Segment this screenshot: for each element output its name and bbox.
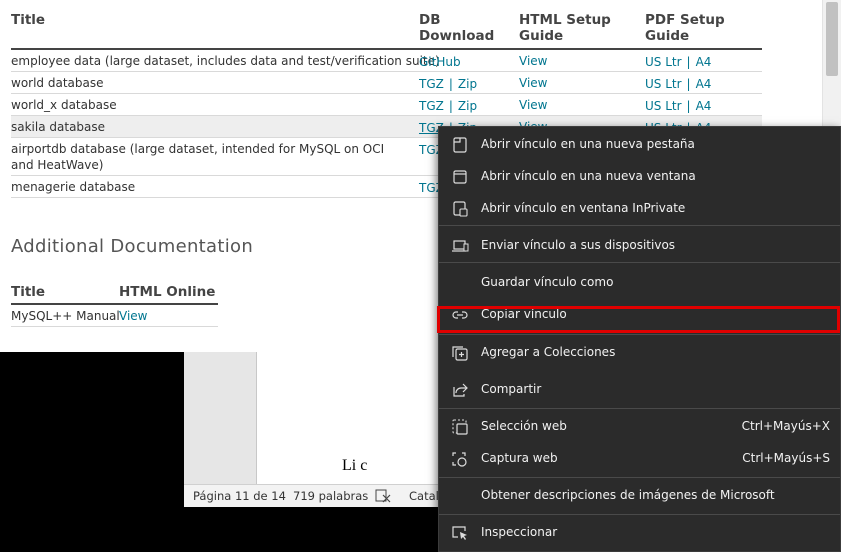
table-row: employee data (large dataset, includes d… xyxy=(11,50,762,72)
menu-item-label: Selección web xyxy=(481,419,567,433)
menu-item-open-inprivate[interactable]: Abrir vínculo en ventana InPrivate xyxy=(439,193,840,225)
menu-item-label: Abrir vínculo en ventana InPrivate xyxy=(481,201,686,215)
zip-link[interactable]: Zip xyxy=(458,99,477,113)
menu-item-inspect[interactable]: Inspeccionar xyxy=(439,517,840,549)
menu-item-web-select[interactable]: Selección web Ctrl+Mayús+X xyxy=(439,411,840,443)
scrollbar-thumb[interactable] xyxy=(826,2,838,76)
html-online-view-link[interactable]: View xyxy=(119,308,147,324)
context-menu: Abrir vínculo en una nueva pestaña Abrir… xyxy=(437,126,841,552)
inspect-icon xyxy=(452,526,467,540)
menu-item-shortcut: Ctrl+Mayús+S xyxy=(742,451,830,465)
table-row: MySQL++ Manual View xyxy=(11,305,218,327)
proofing-icon[interactable] xyxy=(375,489,391,503)
row-title: sakila database xyxy=(11,120,106,134)
col-header-html-online: HTML Online xyxy=(119,284,216,300)
copy-link-highlight-box xyxy=(437,306,840,333)
web-capture-icon xyxy=(452,452,467,467)
html-view-link[interactable]: View xyxy=(519,97,547,113)
new-tab-icon xyxy=(453,137,467,153)
row-title: employee data (large dataset, includes d… xyxy=(11,54,440,68)
pdf-us-ltr-link[interactable]: US Ltr xyxy=(645,99,682,113)
document-text: Li c xyxy=(342,457,368,474)
menu-item-web-capture[interactable]: Captura web Ctrl+Mayús+S xyxy=(439,443,840,475)
row-title: MySQL++ Manual xyxy=(11,309,120,323)
html-view-link[interactable]: View xyxy=(519,53,547,69)
collections-icon xyxy=(452,346,468,361)
col-header-title: Title xyxy=(11,12,46,28)
menu-item-open-new-window[interactable]: Abrir vínculo en una nueva ventana xyxy=(439,161,840,193)
table-row: world database TGZ | Zip View US Ltr | A4 xyxy=(11,72,762,94)
row-title: menagerie database xyxy=(11,180,136,194)
menu-item-label: Agregar a Colecciones xyxy=(481,345,616,359)
separator: | xyxy=(686,55,691,69)
pdf-us-ltr-link[interactable]: US Ltr xyxy=(645,77,682,91)
col-header-title: Title xyxy=(11,284,46,300)
menu-separator xyxy=(439,477,840,478)
menu-item-add-to-collections[interactable]: Agregar a Colecciones xyxy=(439,337,840,369)
separator: | xyxy=(448,99,453,113)
row-title: airportdb database (large dataset, inten… xyxy=(11,142,385,172)
pdf-a4-link[interactable]: A4 xyxy=(696,77,712,91)
col-header-db-download: DB Download xyxy=(419,12,495,44)
row-title: world_x database xyxy=(11,98,117,112)
word-window: Li c Página 11 de 14 719 palabras Catalá xyxy=(184,352,446,507)
page-count[interactable]: Página 11 de 14 xyxy=(193,489,286,503)
menu-item-share[interactable]: Compartir xyxy=(439,374,840,406)
menu-item-label: Captura web xyxy=(481,451,558,465)
zip-link[interactable]: Zip xyxy=(458,77,477,91)
send-to-devices-icon xyxy=(452,240,469,252)
col-header-pdf-setup-guide: PDF Setup Guide xyxy=(645,12,725,44)
menu-item-send-to-devices[interactable]: Enviar vínculo a sus dispositivos xyxy=(439,230,840,262)
pdf-a4-link[interactable]: A4 xyxy=(696,55,712,69)
additional-documentation-heading: Additional Documentation xyxy=(11,236,254,257)
html-view-link[interactable]: View xyxy=(519,75,547,91)
new-window-icon xyxy=(453,170,467,184)
menu-item-open-new-tab[interactable]: Abrir vínculo en una nueva pestaña xyxy=(439,129,840,161)
menu-item-label: Abrir vínculo en una nueva ventana xyxy=(481,169,696,183)
menu-item-label: Abrir vínculo en una nueva pestaña xyxy=(481,137,695,151)
share-icon xyxy=(453,383,468,397)
tgz-link[interactable]: TGZ xyxy=(419,99,444,113)
menu-separator xyxy=(439,262,840,263)
menu-separator xyxy=(439,514,840,515)
menu-item-label: Enviar vínculo a sus dispositivos xyxy=(481,238,676,252)
menu-item-label: Compartir xyxy=(481,382,542,396)
pdf-us-ltr-link[interactable]: US Ltr xyxy=(645,55,682,69)
menu-item-label: Guardar vínculo como xyxy=(481,275,614,289)
separator: | xyxy=(686,77,691,91)
row-title: world database xyxy=(11,76,104,90)
menu-item-image-descriptions[interactable]: Obtener descripciones de imágenes de Mic… xyxy=(439,480,840,512)
menu-item-label: Inspeccionar xyxy=(481,525,558,539)
separator: | xyxy=(686,99,691,113)
word-count[interactable]: 719 palabras xyxy=(293,489,368,503)
menu-item-save-link-as[interactable]: Guardar vínculo como xyxy=(439,267,840,299)
menu-item-shortcut: Ctrl+Mayús+X xyxy=(741,419,830,433)
github-link[interactable]: GitHub xyxy=(419,55,461,69)
tgz-link[interactable]: TGZ xyxy=(419,77,444,91)
col-header-html-setup-guide: HTML Setup Guide xyxy=(519,12,611,44)
word-status-bar: Página 11 de 14 719 palabras Catalá xyxy=(184,484,446,507)
separator: | xyxy=(448,77,453,91)
web-select-icon xyxy=(452,419,468,435)
pdf-a4-link[interactable]: A4 xyxy=(696,99,712,113)
menu-separator xyxy=(439,225,840,226)
menu-separator xyxy=(439,408,840,409)
inprivate-window-icon xyxy=(453,201,468,217)
menu-item-label: Obtener descripciones de imágenes de Mic… xyxy=(481,488,775,502)
menu-separator xyxy=(439,334,840,335)
table-row: world_x database TGZ | Zip View US Ltr | A4 xyxy=(11,94,762,116)
